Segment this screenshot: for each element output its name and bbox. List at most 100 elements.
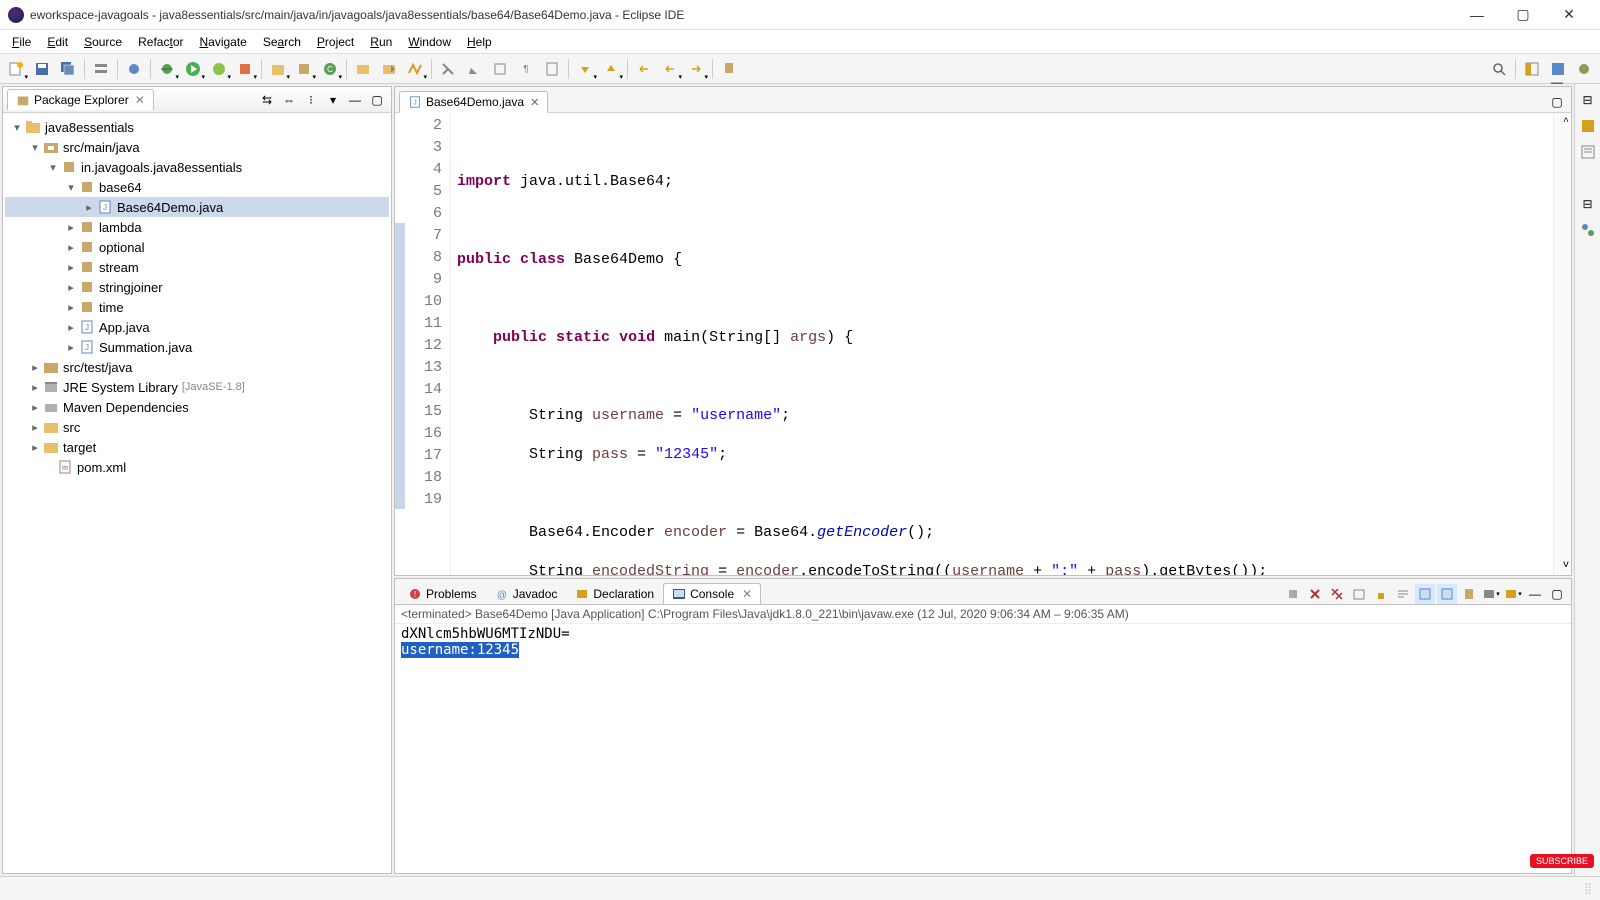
restore-button[interactable]: ⊟: [1578, 90, 1598, 110]
tree-optional[interactable]: ▸optional: [5, 237, 389, 257]
new-class-button[interactable]: C▾: [318, 57, 342, 81]
explorer-tab[interactable]: Package Explorer ✕: [7, 89, 154, 110]
tree-srcfolder[interactable]: ▸src: [5, 417, 389, 437]
console-show-std-out-button[interactable]: [1415, 584, 1435, 604]
tree-app[interactable]: ▸JApp.java: [5, 317, 389, 337]
toggle-breadcrumb-button[interactable]: [89, 57, 113, 81]
menu-file[interactable]: File: [4, 32, 39, 52]
menu-edit[interactable]: Edit: [39, 32, 76, 52]
console-display-button[interactable]: ▾: [1481, 584, 1501, 604]
menu-run[interactable]: Run: [362, 32, 400, 52]
line-gutter[interactable]: 2 3 4 5 6 7 8 9 10 11 12 13 14 15 16 17: [405, 113, 451, 575]
maximize-view-button[interactable]: ▢: [367, 90, 387, 110]
close-button[interactable]: ✕: [1546, 0, 1592, 30]
toggle-mark-button[interactable]: [436, 57, 460, 81]
menu-window[interactable]: Window: [400, 32, 459, 52]
console-pin-button[interactable]: [1459, 584, 1479, 604]
new-button[interactable]: ▾: [4, 57, 28, 81]
new-java-project-button[interactable]: ▾: [266, 57, 290, 81]
menu-help[interactable]: Help: [459, 32, 500, 52]
tree-target[interactable]: ▸target: [5, 437, 389, 457]
tree-project[interactable]: ▾java8essentials: [5, 117, 389, 137]
tree-maven[interactable]: ▸Maven Dependencies: [5, 397, 389, 417]
menu-refactor[interactable]: Refactor: [130, 32, 191, 52]
menu-search[interactable]: Search: [255, 32, 309, 52]
editor-maximize-button[interactable]: ▢: [1547, 92, 1567, 112]
tree-time[interactable]: ▸time: [5, 297, 389, 317]
scroll-up-icon[interactable]: ^: [1563, 117, 1569, 128]
pin-editor-button[interactable]: [540, 57, 564, 81]
menu-source[interactable]: Source: [76, 32, 130, 52]
console-terminate-button[interactable]: [1283, 584, 1303, 604]
collapse-all-button[interactable]: ⇆: [257, 90, 277, 110]
tree-pom[interactable]: mpom.xml: [5, 457, 389, 477]
filter-button[interactable]: ⁝: [301, 90, 321, 110]
minimize-trim-button[interactable]: ⊟: [1578, 194, 1598, 214]
type-hierarchy-icon[interactable]: [1578, 220, 1598, 240]
editor-tab-base64demo[interactable]: J Base64Demo.java ✕: [399, 91, 548, 113]
console-maximize-button[interactable]: ▢: [1547, 584, 1567, 604]
maximize-button[interactable]: ▢: [1500, 0, 1546, 30]
status-drag-handle[interactable]: ⣿: [1584, 882, 1592, 895]
console-minimize-button[interactable]: —: [1525, 584, 1545, 604]
link-editor-button[interactable]: ⇔: [279, 90, 299, 110]
quick-access-button[interactable]: [1487, 57, 1511, 81]
tab-console[interactable]: Console✕: [663, 583, 761, 604]
forward-button[interactable]: ▾: [684, 57, 708, 81]
tree-srctest[interactable]: ▸src/test/java: [5, 357, 389, 377]
tree-jre[interactable]: ▸JRE System Library[JavaSE-1.8]: [5, 377, 389, 397]
console-new-button[interactable]: ▾: [1503, 584, 1523, 604]
console-remove-all-button[interactable]: [1327, 584, 1347, 604]
tree-stringjoiner[interactable]: ▸stringjoiner: [5, 277, 389, 297]
tree-file-base64demo[interactable]: ▸JBase64Demo.java: [5, 197, 389, 217]
open-task-button[interactable]: [377, 57, 401, 81]
run-button[interactable]: ▾: [181, 57, 205, 81]
menu-project[interactable]: Project: [309, 32, 362, 52]
tree-base64[interactable]: ▾base64: [5, 177, 389, 197]
open-type-button[interactable]: [351, 57, 375, 81]
task-list-icon[interactable]: [1578, 116, 1598, 136]
console-clear-button[interactable]: [1349, 584, 1369, 604]
tree-lambda[interactable]: ▸lambda: [5, 217, 389, 237]
new-package-button[interactable]: ▾: [292, 57, 316, 81]
tree-srcmain[interactable]: ▾src/main/java: [5, 137, 389, 157]
tree-pkg[interactable]: ▾in.javagoals.java8essentials: [5, 157, 389, 177]
outline-icon[interactable]: [1578, 142, 1598, 162]
console-output[interactable]: dXNlcm5hbWU6MTIzNDU= username:12345: [395, 624, 1571, 873]
marker-bar[interactable]: [395, 113, 405, 575]
console-tab-close[interactable]: ✕: [742, 587, 752, 601]
tree-stream[interactable]: ▸stream: [5, 257, 389, 277]
skip-breakpoints-button[interactable]: [122, 57, 146, 81]
save-button[interactable]: [30, 57, 54, 81]
package-tree[interactable]: ▾java8essentials ▾src/main/java ▾in.java…: [3, 113, 391, 873]
last-edit-button[interactable]: [632, 57, 656, 81]
show-whitespace-button[interactable]: ¶: [514, 57, 538, 81]
console-word-wrap-button[interactable]: [1393, 584, 1413, 604]
edit-button[interactable]: [462, 57, 486, 81]
coverage-button[interactable]: ▾: [207, 57, 231, 81]
prev-annotation-button[interactable]: ▾: [599, 57, 623, 81]
tab-problems[interactable]: !Problems: [399, 583, 486, 604]
menu-navigate[interactable]: Navigate: [191, 32, 254, 52]
run-last-button[interactable]: ▾: [233, 57, 257, 81]
search-button[interactable]: ▾: [403, 57, 427, 81]
explorer-tab-close[interactable]: ✕: [135, 93, 145, 107]
java-perspective-button[interactable]: [1546, 57, 1570, 81]
tab-javadoc[interactable]: @Javadoc: [486, 583, 567, 604]
code-editor[interactable]: 2 3 4 5 6 7 8 9 10 11 12 13 14 15 16 17: [395, 113, 1571, 575]
console-scroll-lock-button[interactable]: [1371, 584, 1391, 604]
tree-summation[interactable]: ▸JSummation.java: [5, 337, 389, 357]
editor-tab-close[interactable]: ✕: [530, 96, 539, 109]
minimize-button[interactable]: —: [1454, 0, 1500, 30]
debug-perspective-button[interactable]: [1572, 57, 1596, 81]
minimize-view-button[interactable]: —: [345, 90, 365, 110]
debug-button[interactable]: ▾: [155, 57, 179, 81]
subscribe-badge[interactable]: SUBSCRIBE: [1530, 854, 1594, 868]
console-show-std-err-button[interactable]: [1437, 584, 1457, 604]
open-perspective-button[interactable]: [1520, 57, 1544, 81]
back-button[interactable]: ▾: [658, 57, 682, 81]
view-menu-button[interactable]: ▾: [323, 90, 343, 110]
console-remove-button[interactable]: [1305, 584, 1325, 604]
overview-ruler[interactable]: ^ v: [1553, 113, 1571, 575]
next-annotation-button[interactable]: ▾: [573, 57, 597, 81]
